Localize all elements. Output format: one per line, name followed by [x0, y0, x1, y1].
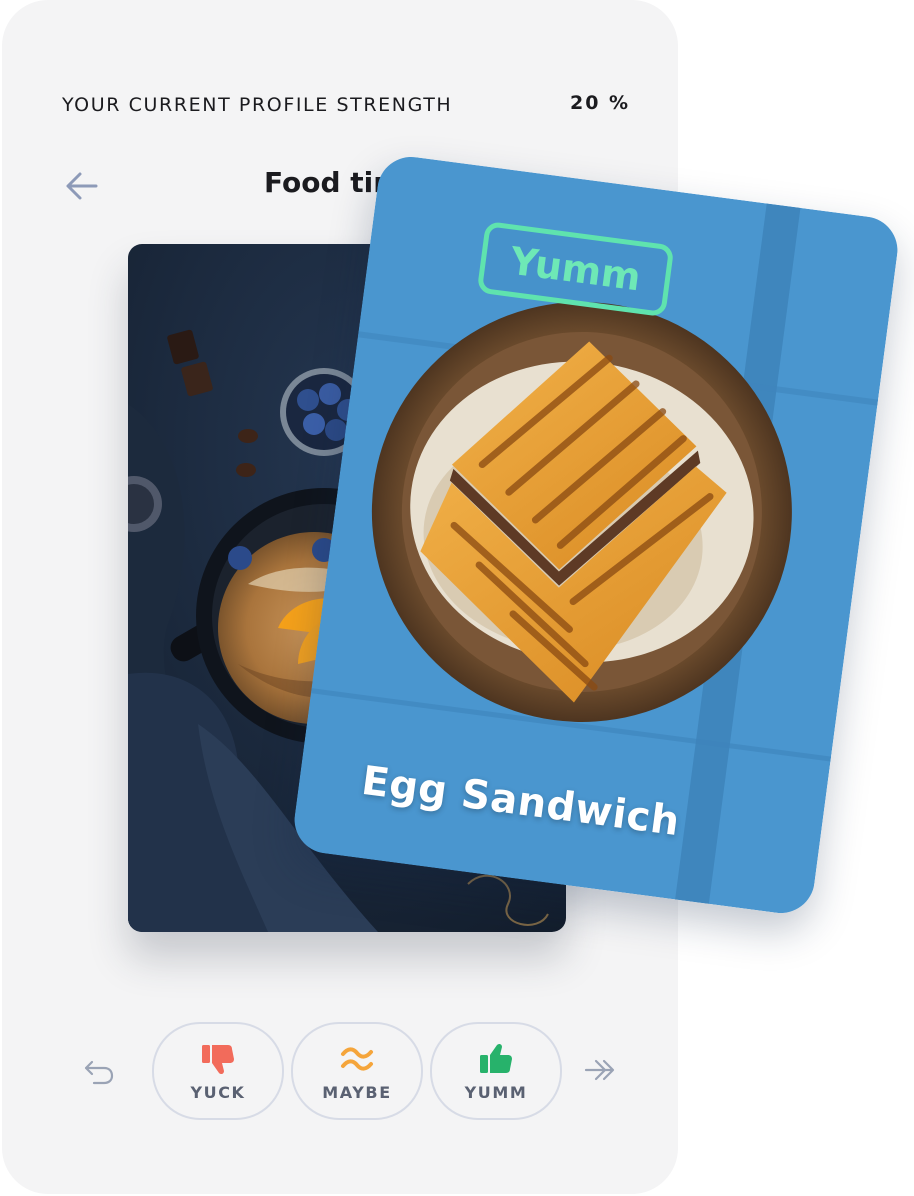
skip-button[interactable] [582, 1054, 622, 1086]
back-button[interactable] [62, 168, 102, 204]
thumbs-up-icon [480, 1043, 512, 1073]
profile-strength-label: YOUR CURRENT PROFILE STRENGTH [62, 94, 453, 116]
wavy-lines-icon [341, 1046, 373, 1071]
yumm-button[interactable]: YUMM [430, 1022, 562, 1120]
arrow-left-icon [66, 172, 98, 200]
undo-icon [84, 1060, 114, 1085]
maybe-label: MAYBE [322, 1082, 392, 1102]
thumbs-down-icon [202, 1044, 234, 1074]
yuck-label: YUCK [190, 1082, 246, 1102]
maybe-button[interactable]: MAYBE [291, 1022, 423, 1120]
profile-strength-value: 20 % [570, 92, 631, 114]
double-chevron-right-icon [584, 1059, 615, 1081]
food-card-front[interactable]: Yumm Egg Sandwich [290, 152, 902, 918]
undo-button[interactable] [82, 1054, 118, 1088]
yumm-label: YUMM [464, 1082, 528, 1102]
yuck-button[interactable]: YUCK [152, 1022, 284, 1120]
